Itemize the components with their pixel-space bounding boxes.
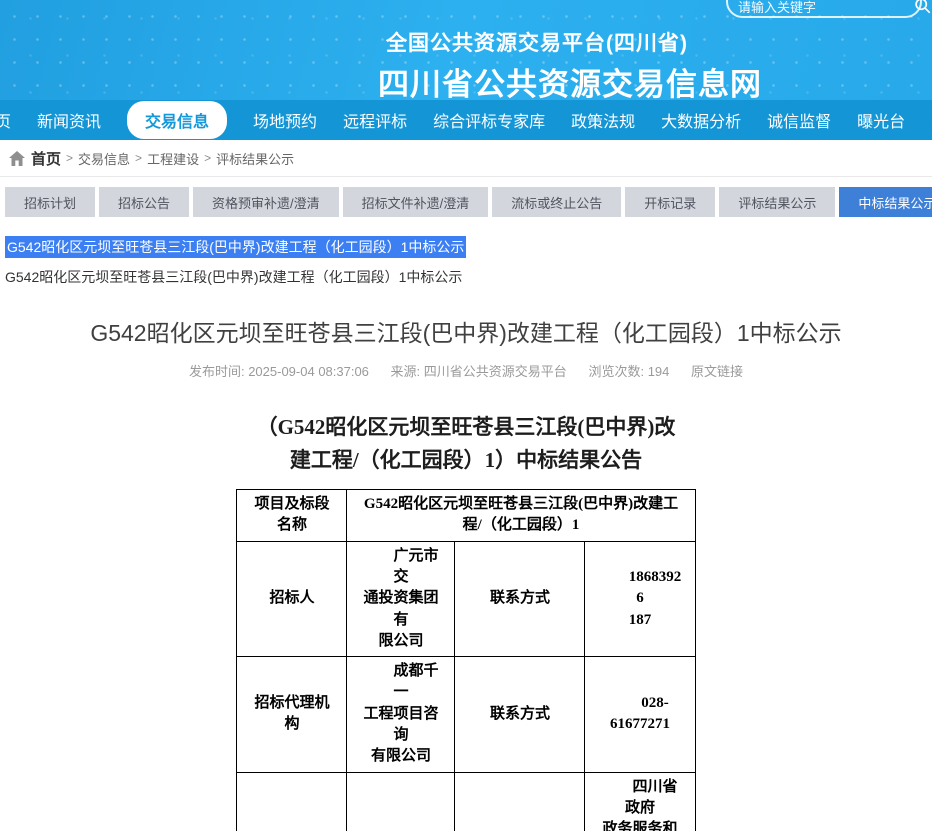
view-count-label: 浏览次数:	[588, 364, 644, 379]
breadcrumb-separator: >	[135, 151, 142, 165]
source-value: 四川省公共资源交易平台	[424, 364, 567, 379]
cell-opening-time-value: 2025-08- 27 09:00	[347, 772, 455, 831]
cell-opening-place-value: 四川省政府 政务服务和公 共资源交易服 务中心（成都 市青羊区鼓楼 南街101号…	[585, 772, 695, 831]
breadcrumb-separator: >	[204, 151, 211, 165]
nav-item-remote-evaluation[interactable]: 远程评标	[343, 108, 407, 132]
view-count: 浏览次数: 194	[588, 364, 669, 379]
result-table: 项目及标段 名称 G542昭化区元坝至旺苍县三江段(巴中界)改建工 程/（化工园…	[236, 489, 695, 831]
table-row: 开标时间 2025-08- 27 09:00 开标地点 四川省政府 政务服务和公…	[237, 772, 695, 831]
publish-time-label: 发布时间:	[189, 364, 245, 379]
platform-title: 全国公共资源交易平台(四川省)	[378, 27, 762, 57]
publish-time-value: 2025-09-04 08:37:06	[248, 364, 369, 379]
table-row: 项目及标段 名称 G542昭化区元坝至旺苍县三江段(巴中界)改建工 程/（化工园…	[237, 490, 695, 542]
cell-tenderer-label: 招标人	[237, 541, 347, 656]
nav-item-trade-info[interactable]: 交易信息	[127, 101, 227, 139]
category-tabbar: 招标计划 招标公告 资格预审补遗/澄清 招标文件补遗/澄清 流标或终止公告 开标…	[5, 187, 932, 217]
document-title: （G542昭化区元坝至旺苍县三江段(巴中界)改 建工程/（化工园段）1）中标结果…	[0, 411, 932, 476]
nav-item-exposure[interactable]: 曝光台	[857, 108, 905, 132]
original-link[interactable]: 原文链接	[691, 364, 743, 379]
source-label: 来源:	[391, 364, 421, 379]
nav-item-home[interactable]: 首页	[0, 108, 11, 132]
site-header: 全国公共资源交易平台(四川省) 四川省公共资源交易信息网	[0, 0, 932, 100]
tab-bid-opening-record[interactable]: 开标记录	[625, 187, 715, 217]
breadcrumb-engineering[interactable]: 工程建设	[147, 149, 199, 168]
search-box[interactable]	[726, 0, 922, 18]
cell-agency-label: 招标代理机 构	[237, 657, 347, 772]
cell-opening-time-label: 开标时间	[237, 772, 347, 831]
breadcrumb-trade-info[interactable]: 交易信息	[78, 149, 130, 168]
view-count-value: 194	[648, 364, 670, 379]
cell-project-name-value: G542昭化区元坝至旺苍县三江段(巴中界)改建工 程/（化工园段）1	[347, 490, 695, 542]
cell-project-name-label: 项目及标段 名称	[237, 490, 347, 542]
list-item[interactable]: G542昭化区元坝至旺苍县三江段(巴中界)改建工程（化工园段）1中标公示	[5, 267, 932, 287]
publish-time: 发布时间: 2025-09-04 08:37:06	[189, 364, 369, 379]
main-nav: 首页 新闻资讯 交易信息 场地预约 远程评标 综合评标专家库 政策法规 大数据分…	[0, 100, 932, 140]
tab-failed-or-terminated[interactable]: 流标或终止公告	[492, 187, 621, 217]
source: 来源: 四川省公共资源交易平台	[391, 364, 567, 379]
breadcrumb: 首页 > 交易信息 > 工程建设 > 评标结果公示	[0, 140, 932, 177]
page-title: G542昭化区元坝至旺苍县三江段(巴中界)改建工程（化工园段）1中标公示	[0, 314, 932, 348]
tab-evaluation-result[interactable]: 评标结果公示	[719, 187, 835, 217]
tab-prequalification-supplement[interactable]: 资格预审补遗/澄清	[193, 187, 339, 217]
cell-opening-place-label: 开标地点	[455, 772, 585, 831]
table-row: 招标人 广元市交 通投资集团有 限公司 联系方式 18683926 187	[237, 541, 695, 656]
result-list: G542昭化区元坝至旺苍县三江段(巴中界)改建工程（化工园段）1中标公示 G54…	[5, 236, 932, 287]
article-meta: 发布时间: 2025-09-04 08:37:06 来源: 四川省公共资源交易平…	[0, 361, 932, 380]
nav-item-big-data[interactable]: 大数据分析	[661, 108, 741, 132]
search-icon[interactable]	[914, 0, 931, 14]
nav-item-integrity-supervision[interactable]: 诚信监督	[767, 108, 831, 132]
list-item-selected[interactable]: G542昭化区元坝至旺苍县三江段(巴中界)改建工程（化工园段）1中标公示	[5, 236, 466, 258]
table-row: 招标代理机 构 成都千一 工程项目咨询 有限公司 联系方式 028- 61677…	[237, 657, 695, 772]
nav-item-news[interactable]: 新闻资讯	[37, 108, 101, 132]
cell-agency-contact-label: 联系方式	[455, 657, 585, 772]
breadcrumb-home[interactable]: 首页	[31, 148, 61, 169]
cell-agency-contact-value: 028- 61677271	[585, 657, 695, 772]
tab-winning-result[interactable]: 中标结果公示	[839, 187, 932, 217]
nav-item-expert-pool[interactable]: 综合评标专家库	[433, 108, 545, 132]
breadcrumb-evaluation-result[interactable]: 评标结果公示	[216, 149, 294, 168]
tab-bidding-announcement[interactable]: 招标公告	[99, 187, 189, 217]
breadcrumb-separator: >	[66, 151, 73, 165]
cell-tenderer-contact-value: 18683926 187	[585, 541, 695, 656]
cell-agency-value: 成都千一 工程项目咨询 有限公司	[347, 657, 455, 772]
tab-bidding-plan[interactable]: 招标计划	[5, 187, 95, 217]
nav-item-policies[interactable]: 政策法规	[571, 108, 635, 132]
site-title: 四川省公共资源交易信息网	[378, 59, 762, 100]
site-titles: 全国公共资源交易平台(四川省) 四川省公共资源交易信息网	[378, 27, 762, 100]
tab-bid-doc-supplement[interactable]: 招标文件补遗/澄清	[343, 187, 489, 217]
cell-tenderer-contact-label: 联系方式	[455, 541, 585, 656]
nav-item-venue-booking[interactable]: 场地预约	[253, 108, 317, 132]
search-input[interactable]	[738, 0, 914, 15]
cell-tenderer-value: 广元市交 通投资集团有 限公司	[347, 541, 455, 656]
home-icon	[9, 151, 25, 166]
